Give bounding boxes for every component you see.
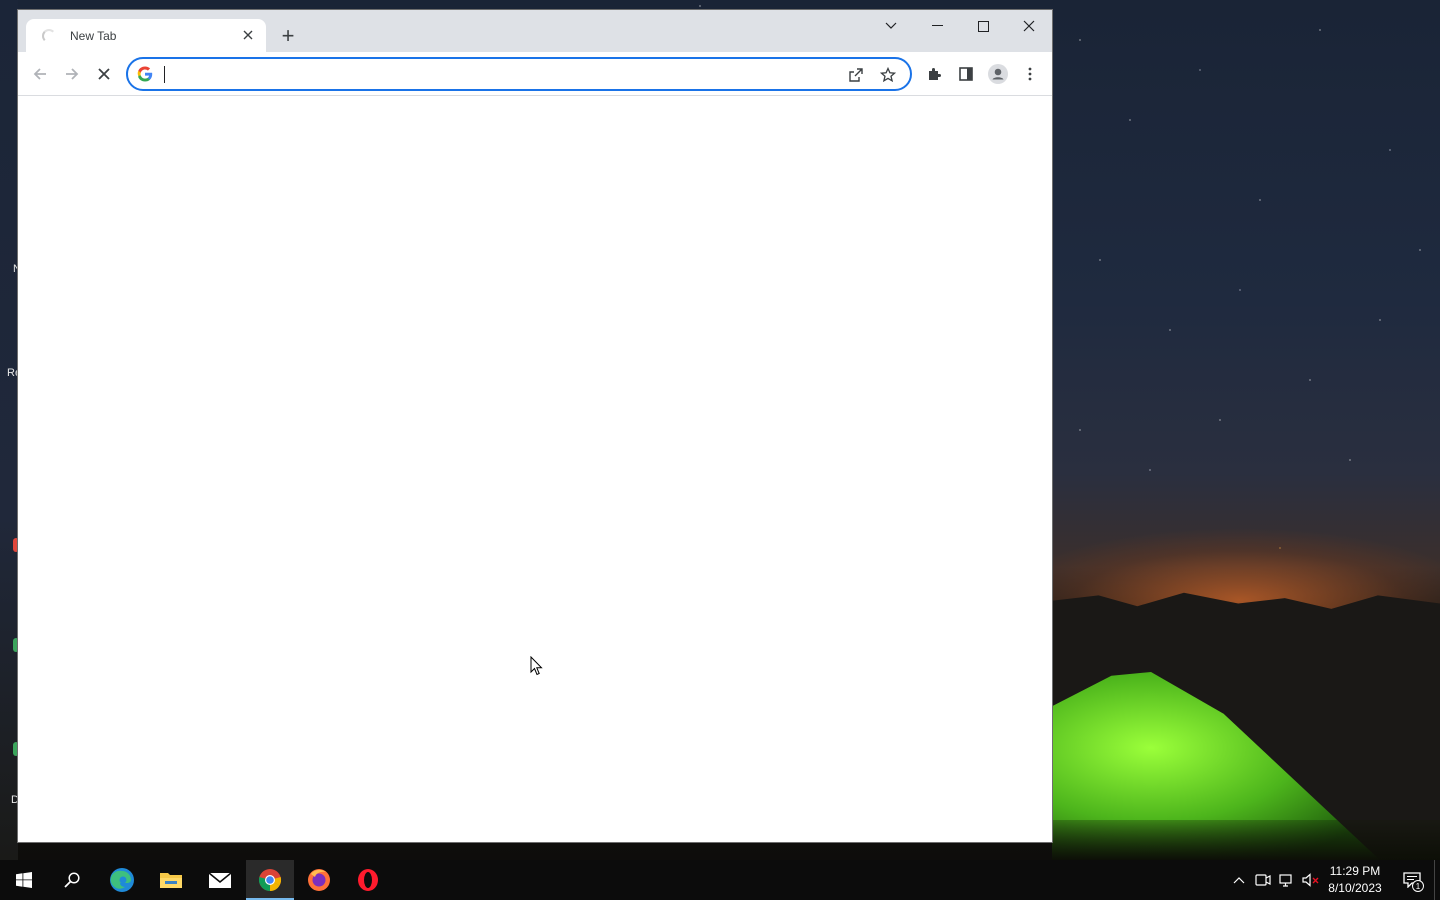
arrow-right-icon [66, 68, 79, 80]
opera-icon [358, 869, 378, 891]
volume-muted-icon [1302, 873, 1319, 887]
share-button[interactable] [845, 64, 867, 86]
taskbar-mail[interactable] [196, 860, 244, 900]
tab-search-button[interactable] [868, 10, 914, 42]
close-icon [98, 68, 110, 80]
back-button[interactable] [26, 60, 54, 88]
close-icon [1023, 20, 1035, 32]
forward-button[interactable] [58, 60, 86, 88]
plus-icon: + [281, 23, 295, 48]
browser-toolbar [18, 52, 1052, 96]
address-input[interactable] [163, 61, 910, 87]
page-content[interactable] [18, 96, 1052, 842]
clock-date: 8/10/2023 [1328, 881, 1382, 895]
file-explorer-icon [160, 873, 182, 888]
chevron-down-icon [885, 22, 897, 29]
tray-network[interactable] [1278, 871, 1296, 889]
taskbar-chrome[interactable] [246, 860, 294, 900]
tab-strip: New Tab + [18, 10, 1052, 52]
profile-button[interactable] [984, 60, 1012, 88]
avatar-icon [988, 64, 1008, 84]
chrome-icon [258, 869, 282, 891]
notification-count-badge: 1 [1412, 880, 1424, 892]
firefox-icon [308, 869, 330, 891]
search-icon [64, 872, 80, 888]
tab-new-tab[interactable]: New Tab [26, 19, 266, 52]
stop-loading-button[interactable] [90, 60, 118, 88]
mouse-cursor-icon [530, 656, 543, 676]
puzzle-icon [929, 68, 941, 80]
loading-spinner-icon [42, 28, 56, 43]
taskbar-edge[interactable] [98, 860, 146, 900]
side-panel-icon [959, 67, 973, 81]
system-clock[interactable]: 11:29 PM 8/10/2023 [1320, 863, 1390, 897]
menu-button[interactable] [1016, 60, 1044, 88]
grass-foreground [1052, 820, 1440, 860]
side-panel-button[interactable] [952, 60, 980, 88]
maximize-icon [977, 20, 989, 32]
webcam-icon [1255, 874, 1271, 886]
tray-meet-now[interactable] [1254, 871, 1272, 889]
share-icon [849, 68, 863, 82]
action-center-button[interactable]: 1 [1392, 860, 1432, 900]
google-icon [137, 66, 153, 82]
edge-icon [110, 868, 134, 892]
address-bar[interactable] [126, 57, 912, 91]
taskbar: 11:29 PM 8/10/2023 1 [0, 860, 1440, 900]
minimize-icon [931, 25, 943, 26]
chevron-up-icon [1233, 877, 1245, 884]
tab-title: New Tab [70, 28, 117, 43]
close-tab-icon[interactable] [240, 28, 256, 44]
taskbar-file-explorer[interactable] [147, 860, 195, 900]
network-icon [1279, 874, 1292, 887]
chrome-window: New Tab + [18, 10, 1052, 842]
clock-time: 11:29 PM [1329, 864, 1381, 878]
tray-volume[interactable] [1302, 871, 1320, 889]
taskbar-opera[interactable] [344, 860, 392, 900]
maximize-button[interactable] [960, 10, 1006, 42]
desktop-left-edge [0, 0, 18, 860]
text-caret [164, 66, 165, 83]
minimize-button[interactable] [914, 10, 960, 42]
start-button[interactable] [0, 860, 48, 900]
arrow-left-icon [33, 68, 46, 80]
bookmark-button[interactable] [877, 64, 899, 86]
start-icon [16, 872, 32, 888]
new-tab-button[interactable]: + [276, 24, 300, 48]
star-icon [880, 67, 896, 83]
kebab-menu-icon [1028, 67, 1032, 81]
extensions-button[interactable] [920, 60, 948, 88]
close-window-button[interactable] [1006, 10, 1052, 42]
taskbar-firefox[interactable] [295, 860, 343, 900]
mail-icon [208, 872, 232, 888]
search-button[interactable] [48, 860, 96, 900]
show-desktop-button[interactable] [1434, 860, 1440, 900]
show-hidden-icons-button[interactable] [1230, 871, 1248, 889]
